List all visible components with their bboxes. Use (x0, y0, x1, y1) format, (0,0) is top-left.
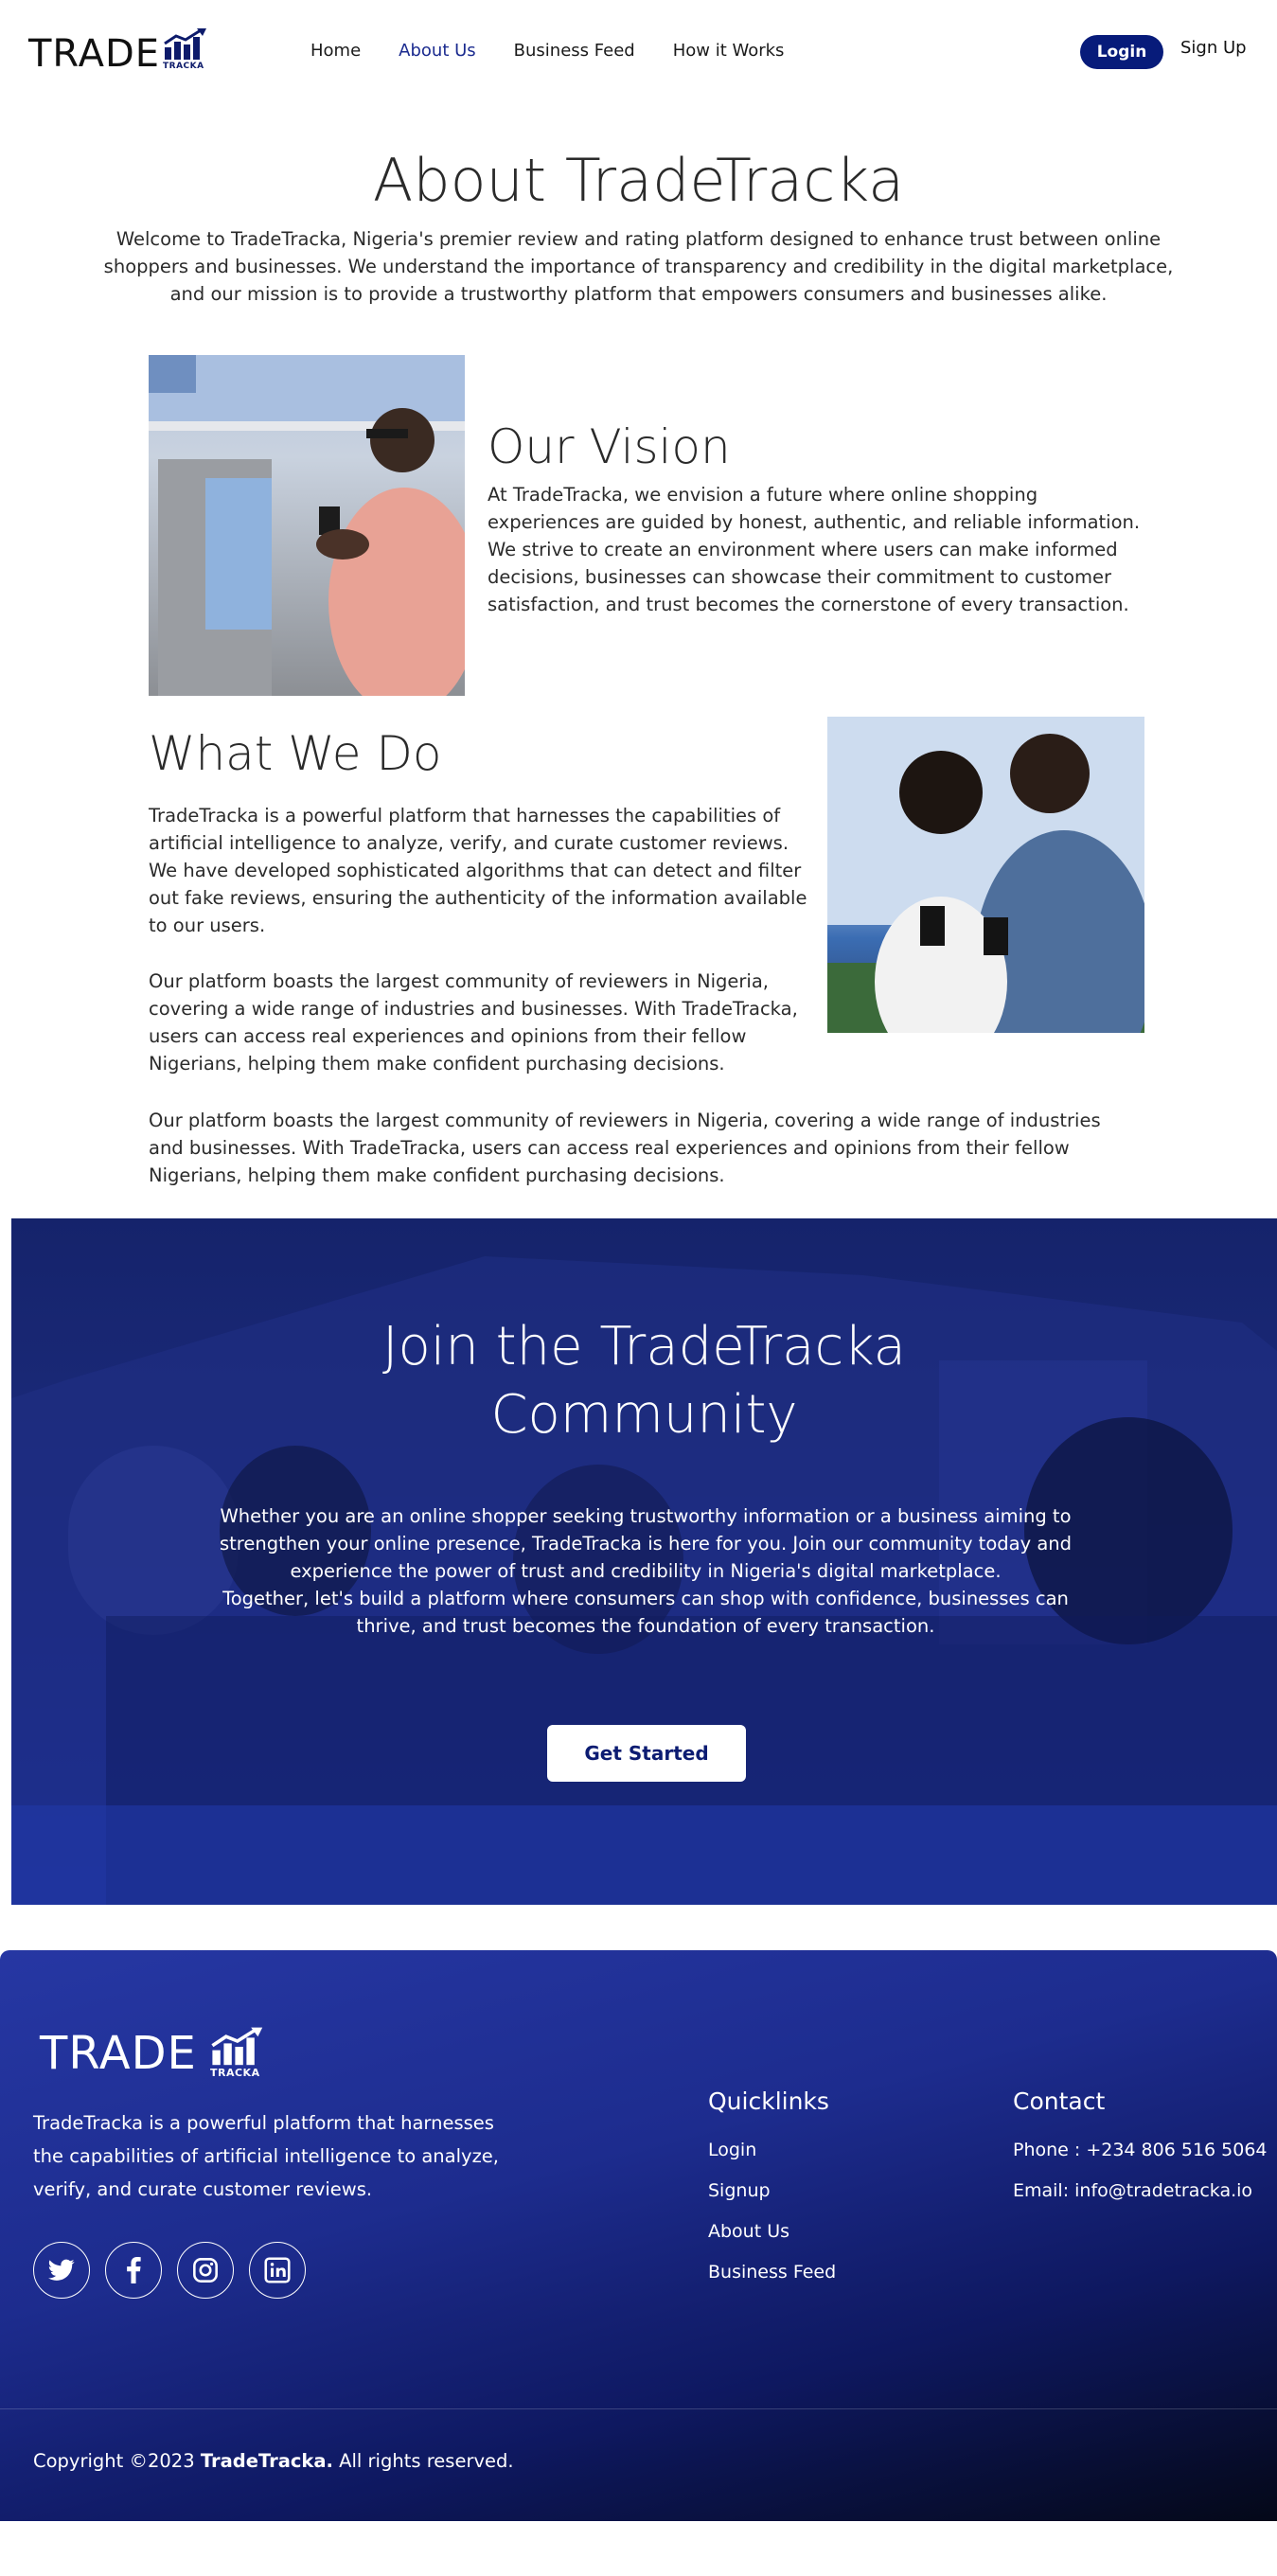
instagram-link[interactable] (177, 2242, 234, 2299)
join-community-banner: Join the TradeTracka Community Whether yo… (11, 1218, 1277, 1905)
footer-link-login[interactable]: Login (708, 2130, 836, 2171)
facebook-icon (127, 2257, 141, 2283)
about-intro: Welcome to TradeTracka, Nigeria's premie… (103, 228, 1174, 305)
footer-link-business-feed[interactable]: Business Feed (708, 2252, 836, 2293)
site-footer: TRADE TRACKA TradeTracka is a powerful p… (0, 1950, 1277, 2521)
twitter-link[interactable] (33, 2242, 90, 2299)
nav-link-about-us[interactable]: About Us (399, 41, 476, 61)
chart-logo-icon (211, 2027, 263, 2066)
footer-link-about-us[interactable]: About Us (708, 2212, 836, 2252)
join-title: Join the TradeTracka Community (382, 1316, 906, 1446)
vision-photo (149, 355, 465, 696)
footer-divider (0, 2408, 1277, 2409)
page-title: About TradeTracka (372, 146, 905, 215)
contact-phone: Phone : +234 806 516 5064 (1013, 2140, 1268, 2160)
contact-title: Contact (1013, 2087, 1106, 2115)
nav-link-business-feed[interactable]: Business Feed (514, 41, 635, 61)
what-we-do-photo (827, 717, 1144, 1033)
footer-logo-word: TRADE (40, 2027, 197, 2080)
linkedin-icon (264, 2257, 291, 2283)
facebook-link[interactable] (105, 2242, 162, 2299)
chart-logo-icon (164, 28, 206, 60)
contact-email: Email: info@tradetracka.io (1013, 2180, 1253, 2201)
logo-sub: TRACKA (163, 62, 204, 71)
what-we-do-paragraph-1: TradeTracka is a powerful platform that … (149, 805, 807, 936)
quicklinks-title: Quicklinks (708, 2087, 829, 2115)
what-we-do-section: What We Do TradeTracka is a powerful pla… (0, 717, 1277, 1218)
nav-links: Home About Us Business Feed How it Works (310, 41, 784, 61)
nav-link-home[interactable]: Home (310, 41, 361, 61)
twitter-icon (48, 2259, 75, 2281)
quicklinks-column: Quicklinks Login Signup About Us Busines… (708, 2087, 836, 2293)
site-logo[interactable]: TRADE TRACKA (28, 27, 218, 76)
join-body: Whether you are an online shopper seekin… (219, 1505, 1073, 1637)
what-we-do-paragraph-3: Our platform boasts the largest communit… (149, 1110, 1101, 1186)
footer-description: TradeTracka is a powerful platform that … (33, 2112, 500, 2200)
nav-link-how-it-works[interactable]: How it Works (673, 41, 785, 61)
signup-link[interactable]: Sign Up (1180, 38, 1247, 58)
login-button[interactable]: Login (1080, 35, 1163, 69)
what-we-do-paragraph-2: Our platform boasts the largest communit… (149, 970, 798, 1075)
contact-column: Contact Phone : +234 806 516 5064 Email:… (1013, 2087, 1268, 2212)
top-navbar: TRADE TRACKA Home About Us Business Feed… (0, 0, 1277, 104)
vision-section: Our Vision At TradeTracka, we envision a… (0, 355, 1277, 734)
footer-logo-sub: TRACKA (210, 2067, 260, 2079)
social-links (33, 2242, 306, 2299)
what-we-do-title: What We Do (149, 726, 442, 781)
vision-body: At TradeTracka, we envision a future whe… (488, 484, 1141, 615)
get-started-button[interactable]: Get Started (547, 1725, 746, 1782)
instagram-icon (193, 2258, 218, 2283)
footer-logo[interactable]: TRADE TRACKA (40, 2021, 286, 2080)
linkedin-link[interactable] (249, 2242, 306, 2299)
vision-title: Our Vision (488, 419, 731, 474)
logo-word: TRADE (28, 32, 161, 76)
footer-link-signup[interactable]: Signup (708, 2171, 836, 2212)
copyright-text: Copyright ©2023 TradeTracka. All rights … (33, 2450, 514, 2472)
